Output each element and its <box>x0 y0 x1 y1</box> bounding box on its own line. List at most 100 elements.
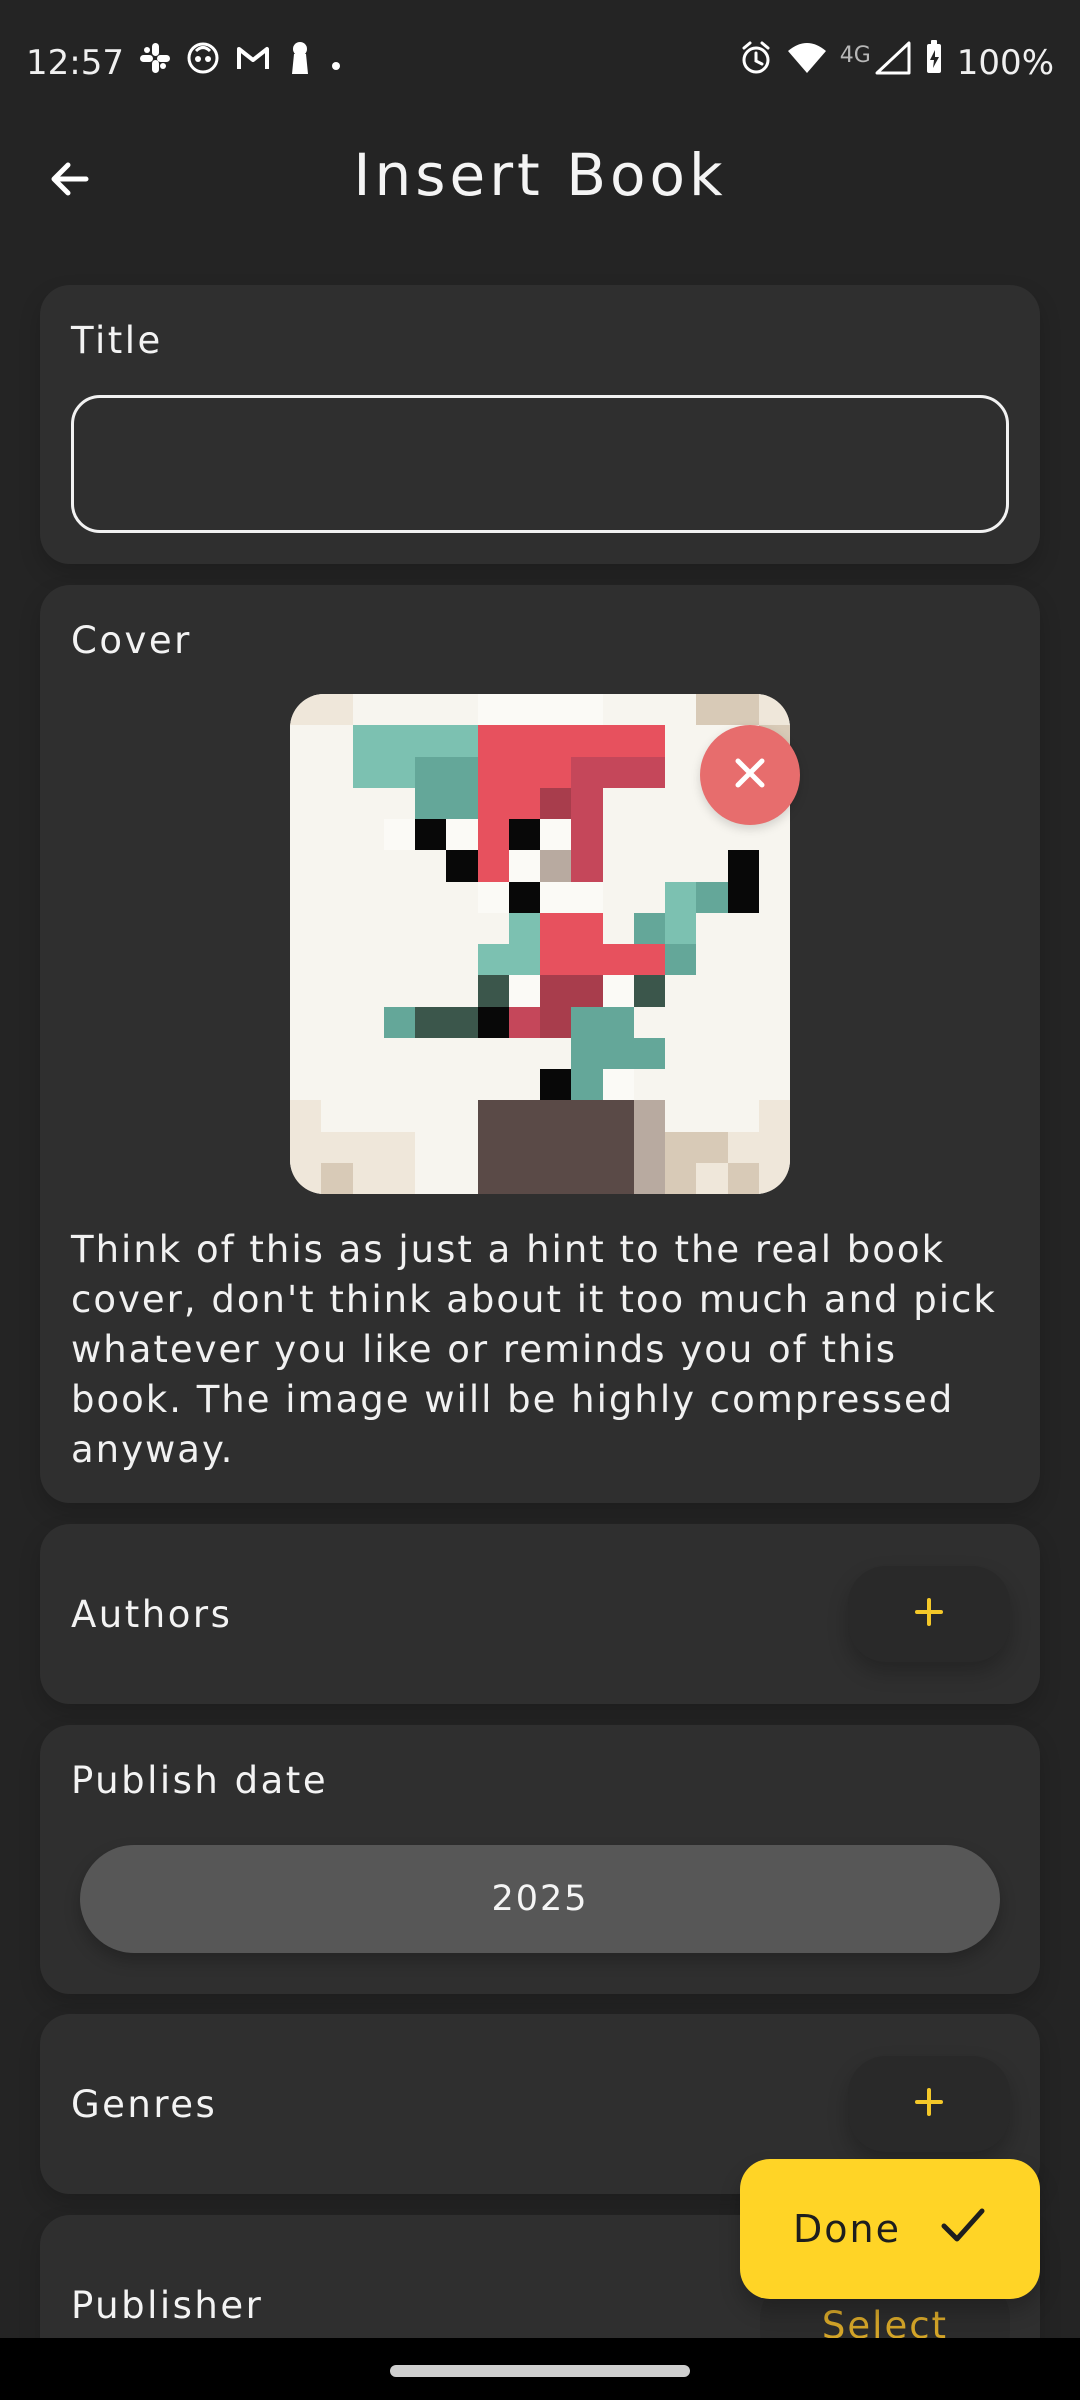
cover-pixel <box>383 850 415 882</box>
cover-pixel <box>383 1069 415 1101</box>
cover-pixel <box>665 787 697 819</box>
cover-pixel <box>290 975 322 1007</box>
cover-pixel <box>352 944 384 976</box>
battery-icon <box>923 39 945 86</box>
cover-pixel <box>415 975 447 1007</box>
cover-card: Cover Think of this as just a hint to th… <box>40 585 1040 1503</box>
cover-pixel <box>633 756 665 788</box>
cover-pixel <box>665 819 697 851</box>
cover-pixel <box>415 944 447 976</box>
cover-pixel <box>383 1006 415 1038</box>
cover-pixel <box>415 1069 447 1101</box>
cover-pixel <box>602 787 634 819</box>
cover-pixel <box>446 1037 478 1069</box>
cover-pixel <box>321 975 353 1007</box>
cover-pixel <box>508 912 540 944</box>
cover-pixel <box>665 944 697 976</box>
cover-pixel <box>508 1131 540 1163</box>
cover-pixel <box>508 1069 540 1101</box>
cover-pixel <box>290 1100 322 1132</box>
cover-pixel <box>446 881 478 913</box>
cover-pixel <box>602 725 634 757</box>
app-bar: Insert Book <box>0 125 1080 225</box>
cover-pixel <box>540 944 572 976</box>
cover-pixel <box>477 694 509 726</box>
done-button[interactable]: Done <box>740 2159 1040 2299</box>
cover-pixel <box>415 1037 447 1069</box>
add-genre-button[interactable] <box>848 2056 1010 2152</box>
keyhole-icon <box>286 40 314 85</box>
cover-pixel <box>321 694 353 726</box>
cover-pixel <box>665 975 697 1007</box>
battery-level: 100% <box>956 42 1054 83</box>
cover-pixel <box>446 944 478 976</box>
cover-pixel <box>352 881 384 913</box>
cover-pixel <box>446 694 478 726</box>
cover-pixel <box>415 756 447 788</box>
cover-pixel <box>321 725 353 757</box>
cover-pixel <box>540 756 572 788</box>
cover-pixel <box>477 1069 509 1101</box>
title-input[interactable] <box>71 395 1009 533</box>
cover-pixel <box>633 1069 665 1101</box>
cover-pixel <box>508 756 540 788</box>
cover-pixel <box>508 725 540 757</box>
status-bar: 12:57 4G 100% <box>0 0 1080 125</box>
cover-pixel <box>571 819 603 851</box>
cover-pixel <box>508 881 540 913</box>
cover-pixel <box>571 756 603 788</box>
cover-pixel <box>633 787 665 819</box>
cover-pixel <box>696 944 728 976</box>
cover-pixel <box>665 1162 697 1194</box>
cover-pixel <box>321 912 353 944</box>
publish-date-button[interactable]: 2025 <box>80 1845 1000 1953</box>
cover-pixel <box>665 1006 697 1038</box>
cover-pixel <box>602 1037 634 1069</box>
cover-pixel <box>352 850 384 882</box>
cover-pixel <box>446 1006 478 1038</box>
cover-pixel <box>602 881 634 913</box>
cover-pixel <box>727 850 759 882</box>
cover-pixel <box>383 912 415 944</box>
cover-pixel <box>602 912 634 944</box>
cover-pixel <box>477 1100 509 1132</box>
cover-pixel <box>477 881 509 913</box>
cover-pixel <box>352 1069 384 1101</box>
remove-cover-button[interactable] <box>700 725 800 825</box>
cover-pixel <box>508 1037 540 1069</box>
cover-pixel <box>321 819 353 851</box>
cover-pixel <box>352 1162 384 1194</box>
cover-pixel <box>290 787 322 819</box>
cover-pixel <box>383 975 415 1007</box>
publish-date-label: Publish date <box>71 1759 329 1802</box>
cover-pixel <box>290 1037 322 1069</box>
cover-pixel <box>571 881 603 913</box>
cover-pixel <box>383 756 415 788</box>
check-icon <box>939 2204 987 2255</box>
network-badge: 4G <box>839 43 871 68</box>
cover-pixel <box>540 725 572 757</box>
cover-pixel <box>540 1162 572 1194</box>
cover-pixel <box>665 694 697 726</box>
cover-pixel <box>321 944 353 976</box>
cover-pixel <box>446 819 478 851</box>
back-button[interactable] <box>38 149 102 213</box>
cover-pixel <box>696 912 728 944</box>
home-indicator[interactable] <box>390 2365 690 2377</box>
cover-pixel <box>508 1162 540 1194</box>
cover-pixel <box>571 1100 603 1132</box>
cover-pixel <box>290 756 322 788</box>
cover-pixel <box>758 1069 790 1101</box>
cover-pixel <box>633 725 665 757</box>
cover-pixel <box>633 1100 665 1132</box>
add-author-button[interactable] <box>848 1566 1010 1662</box>
cover-pixel <box>696 694 728 726</box>
cover-pixel <box>633 944 665 976</box>
cover-pixel <box>415 694 447 726</box>
cover-pixel <box>477 912 509 944</box>
publisher-label: Publisher <box>71 2284 264 2327</box>
cover-pixel <box>665 850 697 882</box>
cover-pixel <box>540 694 572 726</box>
cover-pixel <box>758 912 790 944</box>
cover-pixel <box>571 975 603 1007</box>
